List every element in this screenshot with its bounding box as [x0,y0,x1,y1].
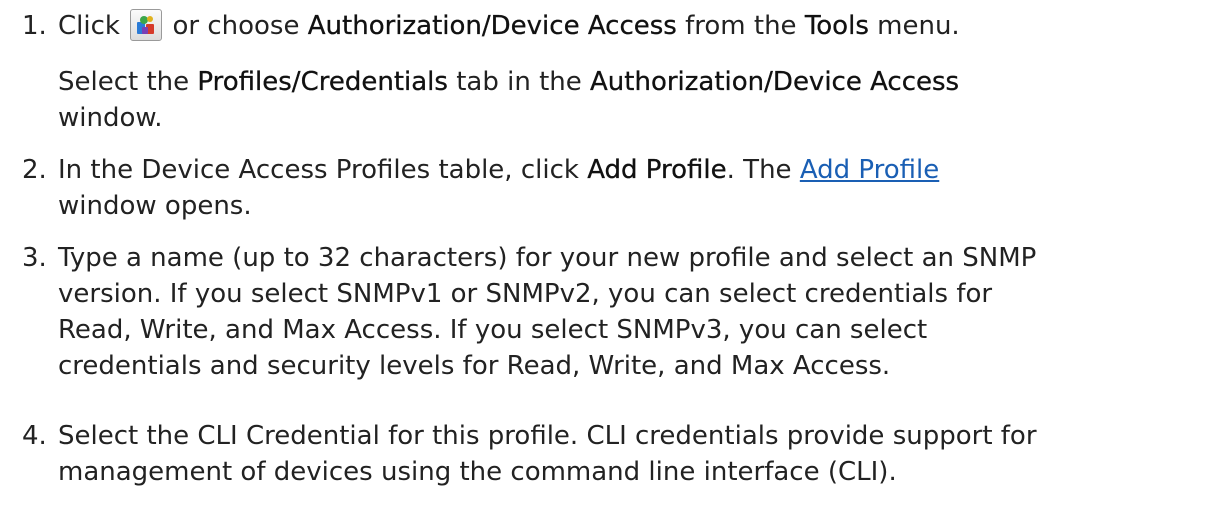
step-3-line-3: Read, Write, and Max Access. If you sele… [58,315,928,345]
step-number: 2. [22,155,47,185]
step-1-line-3: window. [58,103,163,133]
step-number: 4. [22,421,47,451]
menu-name: Tools [804,11,869,41]
menu-item-name: Authorization/Device Access [307,11,677,41]
button-name: Add Profile [587,155,727,185]
step-4-line-2: management of devices using the command … [58,457,897,487]
step-1-line-2: Select the Profiles/Credentials tab in t… [58,67,960,97]
window-name: Authorization/Device Access [590,67,960,97]
step-3: 3. Type a name (up to 32 characters) for… [0,240,1230,384]
authorization-device-access-icon[interactable] [130,9,163,41]
step-1-line-1: Click or choose Authorization/Device Acc… [58,9,960,41]
step-3-line-4: credentials and security levels for Read… [58,351,891,381]
step-3-line-2: version. If you select SNMPv1 or SNMPv2,… [58,279,993,309]
step-1: 1. Click or choose Authorization/Device … [0,8,1230,136]
step-4-line-1: Select the CLI Credential for this profi… [58,421,1037,451]
step-3-line-1: Type a name (up to 32 characters) for yo… [58,243,1037,273]
step-2-line-2: window opens. [58,191,252,221]
step-number: 1. [22,11,47,41]
add-profile-link[interactable]: Add Profile [800,155,939,185]
step-number: 3. [22,243,47,273]
tab-name: Profiles/Credentials [197,67,448,97]
step-4: 4. Select the CLI Credential for this pr… [0,418,1230,490]
step-2-line-1: In the Device Access Profiles table, cli… [58,155,940,185]
step-2: 2. In the Device Access Profiles table, … [0,152,1230,224]
